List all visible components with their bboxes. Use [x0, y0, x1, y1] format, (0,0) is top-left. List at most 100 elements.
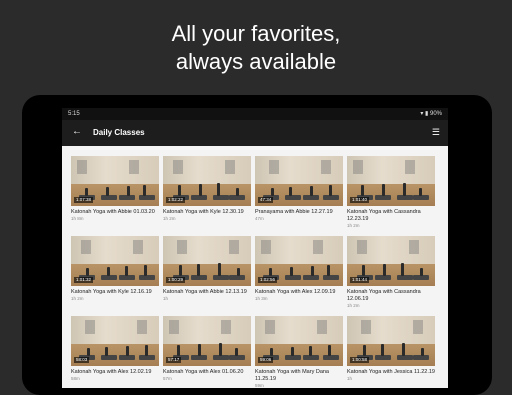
video-thumbnail[interactable]: 47:34 — [255, 156, 343, 206]
video-duration: 59:06 — [258, 357, 274, 363]
thumbnail-mat — [323, 275, 339, 280]
thumbnail-window — [129, 160, 139, 174]
thumbnail-figure — [291, 347, 294, 356]
video-thumbnail[interactable]: 1:02:22 — [163, 156, 251, 206]
page-title: Daily Classes — [93, 128, 145, 137]
video-card[interactable]: 1:02:56 Katonah Yoga with Alex 12.09.19 1h… — [255, 236, 343, 308]
thumbnail-figure — [143, 185, 146, 196]
video-title[interactable]: Katonah Yoga with Abbie 12.13.19 — [163, 289, 251, 296]
thumbnail-figure — [328, 345, 331, 356]
video-card[interactable]: 1:07:38 Katonah Yoga with Abbie 01.03.20 1… — [71, 156, 159, 228]
video-card[interactable]: 1:00:58 Katonah Yoga with Jessica 11.22.1… — [347, 316, 435, 388]
thumbnail-window — [221, 320, 231, 334]
thumbnail-figure — [383, 264, 386, 276]
video-card[interactable]: 59:06 Katonah Yoga with Mary Dana 11.25.1… — [255, 316, 343, 388]
thumbnail-figure — [382, 184, 385, 196]
video-thumbnail[interactable]: 58:03 — [71, 316, 159, 366]
thumbnail-figure — [106, 187, 109, 196]
thumbnail-mat — [397, 275, 413, 280]
thumbnail-figure — [421, 348, 424, 356]
thumbnail-window — [137, 320, 147, 334]
video-title[interactable]: Katonah Yoga with Cassandra 12.23.19 — [347, 209, 435, 223]
thumbnail-figure — [85, 188, 88, 196]
video-thumbnail[interactable]: 59:06 — [255, 316, 343, 366]
video-card[interactable]: 1:02:22 Katonah Yoga with Kyle 12.30.19 1h… — [163, 156, 251, 228]
thumbnail-figure — [271, 188, 274, 196]
video-thumbnail[interactable]: 1:00:58 — [347, 316, 435, 366]
video-title[interactable]: Katonah Yoga with Kyle 12.16.19 — [71, 289, 159, 296]
thumbnail-figure — [105, 347, 108, 356]
thumbnail-figure — [197, 264, 200, 276]
thumbnail-mat — [139, 275, 155, 280]
thumbnail-window — [321, 160, 331, 174]
wifi-icon: ▾ — [420, 111, 424, 117]
video-card[interactable]: 1:01:44 Katonah Yoga with Cassandra 12.06… — [347, 236, 435, 308]
thumbnail-window — [313, 240, 323, 254]
video-card[interactable]: 1:01:40 Katonah Yoga with Cassandra 12.23… — [347, 156, 435, 228]
video-length: 1h — [163, 296, 169, 301]
thumbnail-figure — [310, 186, 313, 196]
thumbnail-window — [77, 160, 87, 174]
promo-line-1: All your favorites, — [171, 21, 341, 46]
video-length: 1h 3m — [255, 296, 268, 301]
thumbnail-figure — [403, 183, 406, 196]
video-thumbnail[interactable]: 1:02:56 — [255, 236, 343, 286]
video-title[interactable]: Katonah Yoga with Abbie 01.03.20 — [71, 209, 159, 216]
video-title[interactable]: Katonah Yoga with Alex 12.09.19 — [255, 289, 343, 296]
video-card[interactable]: 1:01:32 Katonah Yoga with Kyle 12.16.19 1h… — [71, 236, 159, 308]
video-duration: 1:07:38 — [74, 197, 94, 203]
video-length: 1h 2m — [71, 296, 84, 301]
video-length: 1h 2m — [347, 303, 360, 308]
app-screen: 5:15 ▾ ▮ 90% ← Daily Classes ☰ 1:07:38 Ka… — [62, 108, 448, 388]
video-duration: 1:02:56 — [258, 277, 278, 283]
video-card[interactable]: 1:00:29 Katonah Yoga with Abbie 12.13.19 1… — [163, 236, 251, 308]
back-arrow-icon[interactable]: ← — [72, 126, 82, 137]
video-title[interactable]: Katonah Yoga with Cassandra 12.06.19 — [347, 289, 435, 303]
thumbnail-figure — [198, 344, 201, 356]
promo-line-2: always available — [175, 49, 337, 74]
video-card[interactable]: 58:03 Katonah Yoga with Alex 12.02.19 58m — [71, 316, 159, 388]
video-thumbnail[interactable]: 1:07:38 — [71, 156, 159, 206]
thumbnail-figure — [126, 346, 129, 356]
video-thumbnail[interactable]: 57:17 — [163, 316, 251, 366]
thumbnail-figure — [87, 348, 90, 356]
filter-icon[interactable]: ☰ — [432, 127, 440, 138]
video-card[interactable]: 57:17 Katonah Yoga with Alex 01.06.20 57m — [163, 316, 251, 388]
thumbnail-window — [133, 240, 143, 254]
thumbnail-figure — [309, 346, 312, 356]
thumbnail-mat — [323, 355, 339, 360]
thumbnail-window — [269, 160, 279, 174]
video-title[interactable]: Katonah Yoga with Alex 01.06.20 — [163, 369, 251, 376]
promo-heading: All your favorites, always available — [0, 20, 512, 76]
video-duration: 57:17 — [166, 357, 182, 363]
video-title[interactable]: Katonah Yoga with Kyle 12.30.19 — [163, 209, 251, 216]
thumbnail-figure — [127, 186, 130, 196]
thumbnail-figure — [219, 343, 222, 356]
status-time: 5:15 — [68, 111, 80, 117]
thumbnail-figure — [329, 185, 332, 196]
video-title[interactable]: Pranayama with Abbie 12.27.19 — [255, 209, 343, 216]
video-thumbnail[interactable]: 1:01:44 — [347, 236, 435, 286]
thumbnail-figure — [86, 268, 89, 276]
video-card[interactable]: 47:34 Pranayama with Abbie 12.27.19 47m — [255, 156, 343, 228]
video-thumbnail[interactable]: 1:00:29 — [163, 236, 251, 286]
thumbnail-mat — [101, 355, 117, 360]
video-thumbnail[interactable]: 1:01:40 — [347, 156, 435, 206]
thumbnail-figure — [237, 268, 240, 276]
thumbnail-figure — [290, 267, 293, 276]
thumbnail-figure — [144, 265, 147, 276]
video-length: 57m — [163, 376, 172, 381]
thumbnail-figure — [199, 184, 202, 196]
video-title[interactable]: Katonah Yoga with Mary Dana 11.25.19 — [255, 369, 343, 383]
app-bar: ← Daily Classes ☰ — [62, 120, 448, 146]
thumbnail-window — [81, 240, 91, 254]
video-thumbnail[interactable]: 1:01:32 — [71, 236, 159, 286]
video-length: 1h 8m — [71, 216, 84, 221]
video-title[interactable]: Katonah Yoga with Jessica 11.22.19 — [347, 369, 435, 376]
thumbnail-figure — [269, 268, 272, 276]
video-title[interactable]: Katonah Yoga with Alex 12.02.19 — [71, 369, 159, 376]
thumbnail-window — [353, 160, 363, 174]
video-duration: 1:00:58 — [350, 357, 370, 363]
thumbnail-figure — [178, 185, 181, 196]
thumbnail-mat — [397, 355, 413, 360]
